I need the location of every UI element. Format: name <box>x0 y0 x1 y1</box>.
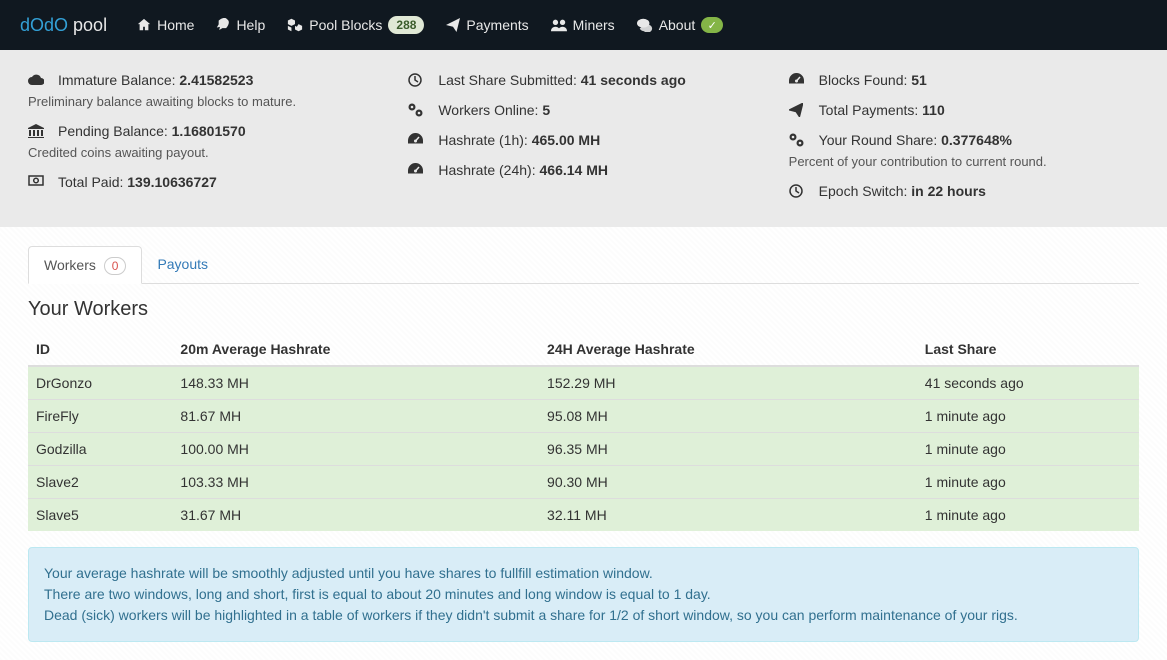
nav-home-label: Home <box>157 17 194 33</box>
gauge-icon <box>408 132 424 145</box>
clock-icon <box>408 72 424 87</box>
nav-miners-label: Miners <box>573 17 615 33</box>
workers-badge: 0 <box>104 257 127 275</box>
nav-miners[interactable]: Miners <box>551 17 615 33</box>
paper-plane-icon <box>446 18 460 32</box>
nav-blocks-label: Pool Blocks <box>309 17 382 33</box>
brand-part1: dOdO <box>20 15 68 35</box>
info-line-1: Your average hashrate will be smoothly a… <box>44 563 1123 584</box>
nav-items: Home Help Pool Blocks 288 Payments Miner… <box>137 16 723 34</box>
col-last: Last Share <box>917 333 1139 366</box>
cubes-icon <box>287 18 303 32</box>
workers-table: ID 20m Average Hashrate 24H Average Hash… <box>28 333 1139 531</box>
cell-id: Godzilla <box>28 433 172 466</box>
col-h20: 20m Average Hashrate <box>172 333 539 366</box>
cell-h20: 148.33 MH <box>172 366 539 400</box>
blocks-count-badge: 288 <box>388 16 424 34</box>
round-share: Your Round Share: 0.377648% <box>819 132 1012 148</box>
cell-h24: 96.35 MH <box>539 433 917 466</box>
immature-balance: Immature Balance: 2.41582523 <box>58 72 253 88</box>
cell-last: 1 minute ago <box>917 466 1139 499</box>
total-paid: Total Paid: 139.10636727 <box>58 174 217 190</box>
stats-col-right: Blocks Found: 51 Total Payments: 110 You… <box>789 72 1139 205</box>
cell-id: Slave5 <box>28 499 172 532</box>
tabs: Workers 0 Payouts <box>28 245 1139 284</box>
paper-plane-icon <box>789 102 805 117</box>
stats-col-left: Immature Balance: 2.41582523 Preliminary… <box>28 72 378 205</box>
workers-heading: Your Workers <box>28 298 1139 321</box>
cell-last: 1 minute ago <box>917 499 1139 532</box>
nav-home[interactable]: Home <box>137 17 194 33</box>
tab-workers[interactable]: Workers 0 <box>28 246 142 284</box>
tab-payouts-label: Payouts <box>157 256 208 272</box>
users-icon <box>551 18 567 32</box>
nav-help[interactable]: Help <box>216 17 265 33</box>
gauge-icon <box>789 72 805 85</box>
gears-icon <box>408 102 424 117</box>
tab-workers-label: Workers <box>44 257 96 273</box>
pending-balance: Pending Balance: 1.16801570 <box>58 123 246 139</box>
nav-help-label: Help <box>236 17 265 33</box>
nav-payments[interactable]: Payments <box>446 17 528 33</box>
content-area: Workers 0 Payouts Your Workers ID 20m Av… <box>0 227 1167 660</box>
table-row: FireFly81.67 MH95.08 MH1 minute ago <box>28 400 1139 433</box>
brand-logo[interactable]: dOdO pool <box>20 15 107 36</box>
money-icon <box>28 174 44 186</box>
col-h24: 24H Average Hashrate <box>539 333 917 366</box>
stats-col-mid: Last Share Submitted: 41 seconds ago Wor… <box>408 72 758 205</box>
cell-h20: 100.00 MH <box>172 433 539 466</box>
last-share: Last Share Submitted: 41 seconds ago <box>438 72 685 88</box>
cell-h24: 90.30 MH <box>539 466 917 499</box>
info-line-3: Dead (sick) workers will be highlighted … <box>44 605 1123 626</box>
navbar: dOdO pool Home Help Pool Blocks 288 Paym… <box>0 0 1167 50</box>
nav-pool-blocks[interactable]: Pool Blocks 288 <box>287 16 424 34</box>
hashrate-24h: Hashrate (24h): 466.14 MH <box>438 162 608 178</box>
cell-h20: 103.33 MH <box>172 466 539 499</box>
cell-h20: 81.67 MH <box>172 400 539 433</box>
cell-h24: 152.29 MH <box>539 366 917 400</box>
comments-icon <box>637 18 653 32</box>
rocket-icon <box>216 18 230 32</box>
stats-panel: Immature Balance: 2.41582523 Preliminary… <box>0 50 1167 227</box>
table-row: DrGonzo148.33 MH152.29 MH41 seconds ago <box>28 366 1139 400</box>
nav-about[interactable]: About ✓ <box>637 17 724 33</box>
info-alert: Your average hashrate will be smoothly a… <box>28 547 1139 642</box>
table-row: Slave2103.33 MH90.30 MH1 minute ago <box>28 466 1139 499</box>
bank-icon <box>28 123 44 138</box>
table-row: Godzilla100.00 MH96.35 MH1 minute ago <box>28 433 1139 466</box>
gauge-icon <box>408 162 424 175</box>
gears-icon <box>789 132 805 147</box>
home-icon <box>137 18 151 32</box>
cell-id: FireFly <box>28 400 172 433</box>
tab-payouts[interactable]: Payouts <box>142 246 223 284</box>
col-id: ID <box>28 333 172 366</box>
nav-about-label: About <box>659 17 696 33</box>
cell-last: 1 minute ago <box>917 433 1139 466</box>
hashrate-1h: Hashrate (1h): 465.00 MH <box>438 132 600 148</box>
brand-part2: pool <box>68 15 107 35</box>
epoch-switch: Epoch Switch: in 22 hours <box>819 183 986 199</box>
share-sub: Percent of your contribution to current … <box>789 154 1139 169</box>
clock-icon <box>789 183 805 198</box>
cell-id: Slave2 <box>28 466 172 499</box>
cell-h24: 32.11 MH <box>539 499 917 532</box>
cell-h20: 31.67 MH <box>172 499 539 532</box>
immature-sub: Preliminary balance awaiting blocks to m… <box>28 94 378 109</box>
pending-sub: Credited coins awaiting payout. <box>28 145 378 160</box>
info-line-2: There are two windows, long and short, f… <box>44 584 1123 605</box>
cloud-icon <box>28 72 44 85</box>
check-badge: ✓ <box>701 17 723 33</box>
workers-online: Workers Online: 5 <box>438 102 550 118</box>
cell-last: 1 minute ago <box>917 400 1139 433</box>
total-payments: Total Payments: 110 <box>819 102 945 118</box>
cell-h24: 95.08 MH <box>539 400 917 433</box>
nav-payments-label: Payments <box>466 17 528 33</box>
table-row: Slave531.67 MH32.11 MH1 minute ago <box>28 499 1139 532</box>
blocks-found: Blocks Found: 51 <box>819 72 927 88</box>
cell-last: 41 seconds ago <box>917 366 1139 400</box>
cell-id: DrGonzo <box>28 366 172 400</box>
